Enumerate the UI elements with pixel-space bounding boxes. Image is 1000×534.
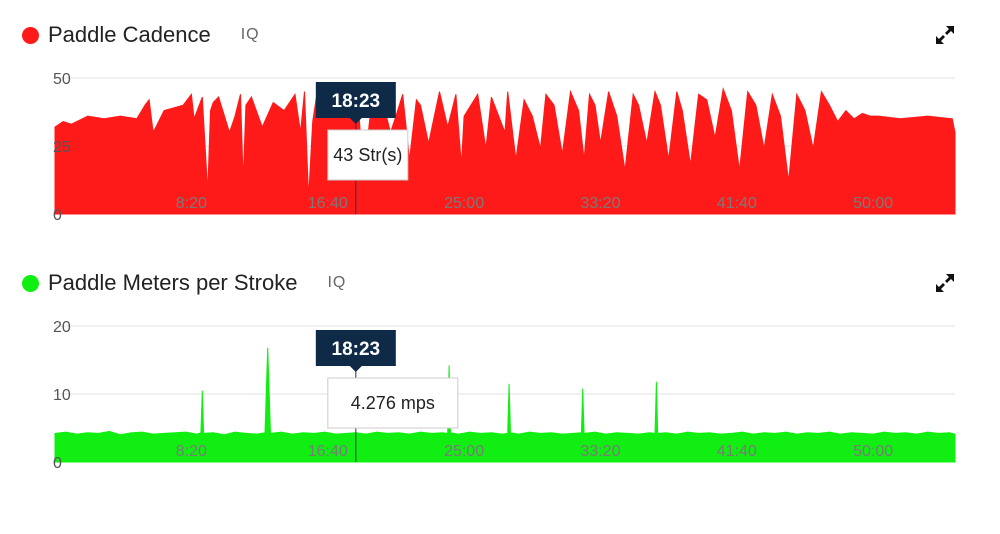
paddle-mps-panel: 0 10 20 8:20 16:40 25:00 33:20 41:40 50:00 18:23 4… [0,248,1000,488]
cursor-value-tooltip: 43 Str(s) [327,129,409,181]
x-tick-label: 33:20 [580,195,620,212]
x-tick-label: 25:00 [444,195,484,212]
paddle-cadence-header: Paddle Cadence IQ [22,20,260,50]
y-tick-label: 20 [53,319,71,336]
x-tick-label: 8:20 [176,443,207,460]
series-color-dot [22,274,39,292]
expand-arrows-icon[interactable] [934,24,956,46]
expand-arrows-icon[interactable] [934,272,956,294]
paddle-cadence-panel: 0 25 50 8:20 16:40 25:00 33:20 41:40 50:00 18:23 4… [0,0,1000,240]
cursor-value-label: 4.276 mps [351,393,435,413]
cursor-value-tooltip: 4.276 mps [327,377,459,429]
cursor-time-pointer [349,366,362,372]
cursor-time-label: 18:23 [332,339,381,360]
y-tick-label: 0 [53,455,62,472]
x-tick-label: 25:00 [444,443,484,460]
x-tick-label: 16:40 [308,443,348,460]
y-tick-label: 0 [53,207,62,224]
x-tick-label: 16:40 [308,195,348,212]
x-tick-label: 50:00 [853,443,893,460]
paddle-mps-header: Paddle Meters per Stroke IQ [22,268,346,298]
panel-title: Paddle Meters per Stroke [48,270,298,295]
y-tick-label: 50 [53,71,71,88]
x-tick-label: 8:20 [176,195,207,212]
panel-title: Paddle Cadence [48,22,211,47]
series-color-dot [22,26,39,44]
cursor-time-label: 18:23 [332,91,381,112]
iq-label[interactable]: IQ [327,274,346,292]
y-tick-label: 25 [53,139,71,156]
iq-label[interactable]: IQ [241,26,260,44]
x-tick-label: 41:40 [717,195,757,212]
cursor-value-label: 43 Str(s) [333,145,402,165]
cursor-time-tooltip: 18:23 [315,82,396,124]
x-tick-label: 50:00 [853,195,893,212]
x-tick-label: 33:20 [580,443,620,460]
x-tick-label: 41:40 [717,443,757,460]
cursor-time-tooltip: 18:23 [315,330,396,372]
y-tick-label: 10 [53,387,71,404]
